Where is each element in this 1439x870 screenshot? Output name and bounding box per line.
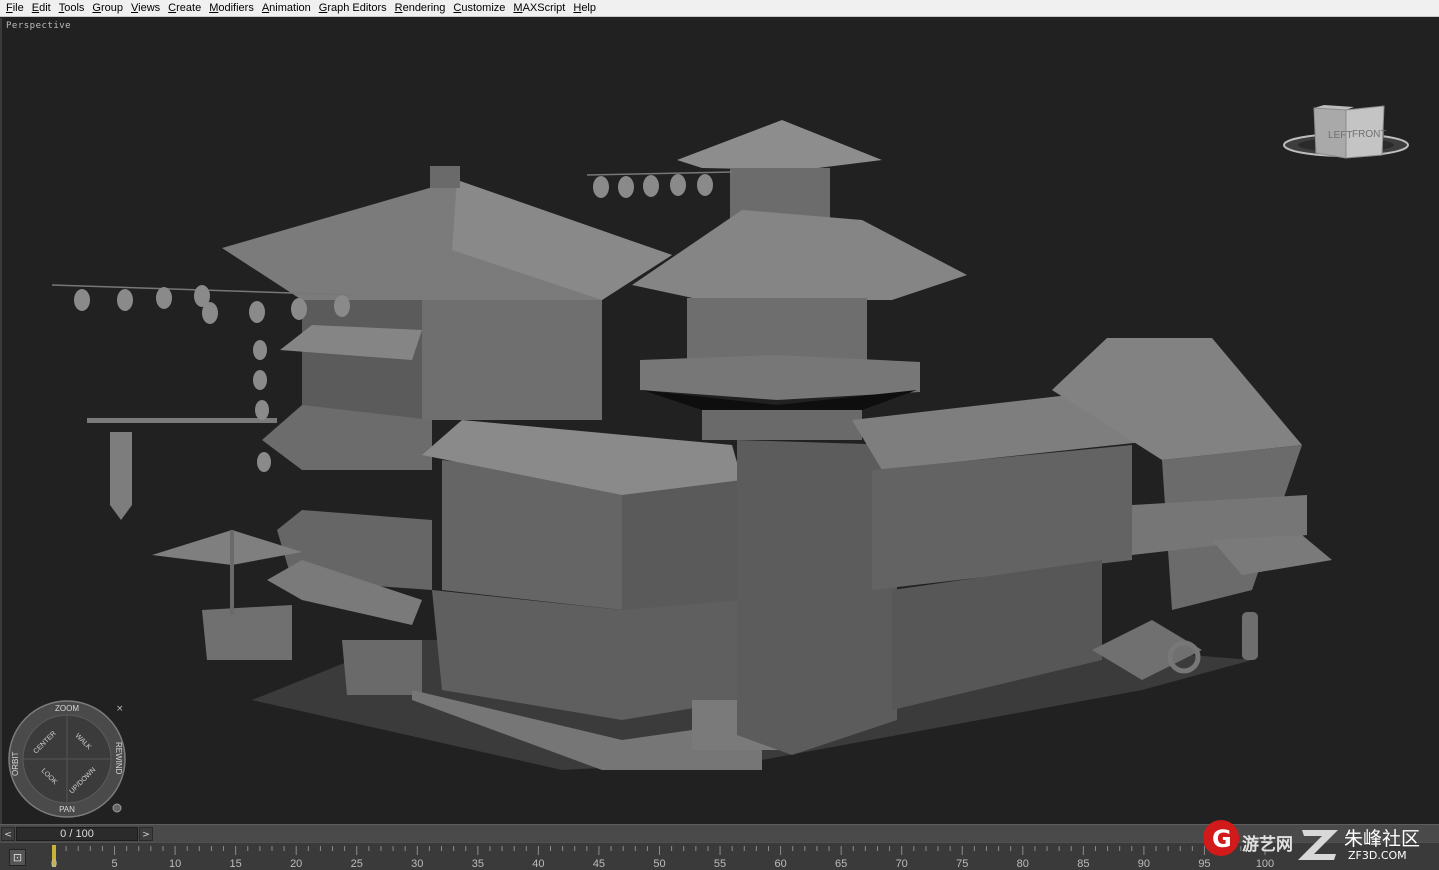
menu-item-group[interactable]: Group (88, 1, 127, 16)
track-tick-label: 55 (714, 858, 726, 870)
watermark-community: 朱峰社区 (1344, 828, 1420, 850)
track-tick-label: 10 (169, 858, 181, 870)
pagoda-mid-roof (632, 210, 967, 300)
menu-item-maxscript[interactable]: MAXScript (509, 1, 569, 16)
track-tick-label: 90 (1138, 858, 1150, 870)
viewport-label[interactable]: Perspective (6, 21, 71, 31)
track-tick-label: 25 (351, 858, 363, 870)
track-tick-label: 0 (51, 858, 57, 870)
menu-item-tools[interactable]: Tools (55, 1, 89, 16)
left-stall-box (202, 605, 292, 660)
track-tick-label: 20 (290, 858, 302, 870)
watermark-logo-letter: G (1212, 825, 1232, 853)
menu-item-modifiers[interactable]: Modifiers (205, 1, 258, 16)
track-tick-label: 45 (593, 858, 605, 870)
track-tick-label: 50 (653, 858, 665, 870)
track-tick-label: 80 (1017, 858, 1029, 870)
menu-bar: File Edit Tools Group Views Create Modifiers An… (0, 0, 1439, 17)
track-tick-label: 35 (472, 858, 484, 870)
wheel-pan-label[interactable]: PAN (59, 805, 75, 814)
viewcube[interactable]: LEFT FRONT (1280, 83, 1412, 163)
menu-item-animation[interactable]: Animation (258, 1, 315, 16)
menu-item-rendering[interactable]: Rendering (391, 1, 450, 16)
menu-item-create[interactable]: Create (164, 1, 205, 16)
wheel-close-icon[interactable]: × (116, 704, 124, 714)
track-tick-label: 65 (835, 858, 847, 870)
watermark: G 游艺网 朱峰社区 ZF3D.COM (1203, 820, 1420, 862)
umbrella-pole (230, 530, 234, 615)
left-awning-upper (280, 325, 422, 360)
track-tick-label: 15 (230, 858, 242, 870)
track-tick-label: 5 (111, 858, 117, 870)
pagoda-balcony (640, 355, 920, 400)
track-tick-label: 70 (896, 858, 908, 870)
pagoda-top-roof (677, 120, 882, 170)
sign-post (87, 418, 277, 423)
menu-item-help[interactable]: Help (569, 1, 600, 16)
menu-item-file[interactable]: File (2, 1, 28, 16)
watermark-domain: ZF3D.COM (1348, 849, 1407, 862)
track-tick-label: 40 (532, 858, 544, 870)
menu-item-edit[interactable]: Edit (28, 1, 55, 16)
steering-wheel[interactable]: ZOOM PAN ORBIT REWIND CENTER WALK LOOK U… (6, 698, 128, 820)
key-filter-icon[interactable]: ⊡ (9, 849, 26, 866)
watermark-z-icon (1298, 830, 1338, 860)
lantern-string-top (586, 171, 733, 176)
wheel-menu-icon[interactable] (112, 803, 122, 813)
vase (1242, 612, 1258, 660)
viewcube-front-label: FRONT (1352, 129, 1386, 140)
track-tick-label: 85 (1077, 858, 1089, 870)
wheel-rewind-label[interactable]: REWIND (114, 742, 123, 775)
perspective-viewport[interactable]: Perspective LEFT FRONT ZOOM PAN ORBIT RE… (0, 18, 1439, 824)
track-tick-label: 75 (956, 858, 968, 870)
time-slider-prev-button[interactable]: < (1, 827, 15, 841)
menu-item-views[interactable]: Views (127, 1, 164, 16)
track-tick-label: 30 (411, 858, 423, 870)
track-tick-label: 60 (774, 858, 786, 870)
left-stall-box2 (342, 640, 422, 695)
time-slider-thumb[interactable]: 0 / 100 (16, 827, 138, 841)
viewcube-left-label: LEFT (1328, 130, 1352, 141)
pagoda-lower (702, 410, 862, 440)
menu-item-customize[interactable]: Customize (449, 1, 509, 16)
hanging-banner (110, 432, 132, 520)
time-slider-next-button[interactable]: > (139, 827, 153, 841)
wheel-zoom-label[interactable]: ZOOM (55, 704, 79, 713)
chimney (430, 166, 460, 188)
wheel-orbit-label[interactable]: ORBIT (11, 751, 20, 776)
scene-render (51, 120, 1332, 770)
left-tower-body (422, 280, 602, 420)
menu-item-graph-editors[interactable]: Graph Editors (315, 1, 391, 16)
watermark-brand: 游艺网 (1242, 834, 1293, 855)
